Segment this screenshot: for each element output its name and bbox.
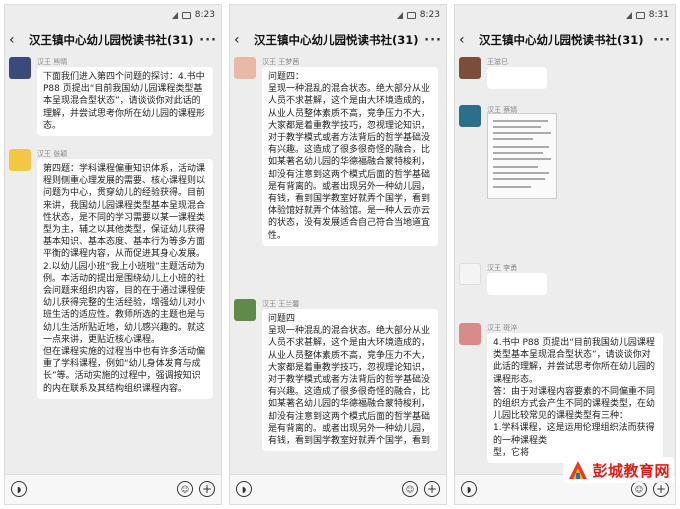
chat-header: ‹ 汉王镇中心幼儿园悦读书社(31) ···	[5, 25, 221, 55]
site-watermark: 彭城教育网	[563, 457, 674, 483]
emoji-icon[interactable]: ☺	[402, 481, 418, 497]
message-item: 汉王 斑淬 4.书中 P88 页提出“目前我国幼儿园课程类型基本呈现混合型状态”…	[459, 323, 671, 474]
back-arrow-icon[interactable]: ‹	[234, 32, 254, 48]
sender-name: 汉王 王梦茜	[262, 58, 300, 66]
status-time: 8:23	[194, 10, 215, 20]
message-bubble[interactable]: 问题四 呈现一种混乱的混合状态。绝大部分从业人员不求甚解，这个是由大环境造成的，…	[262, 309, 438, 452]
back-arrow-icon[interactable]: ‹	[9, 32, 29, 48]
message-bubble[interactable]: 第四题：学科课程偏重知识体系，活动课程则侧重心理发展的需要、核心课程则以问题为中…	[37, 159, 213, 399]
message-list[interactable]: 王滋巳 汉王 蔡婧 汉王 李勇 汉王 斑淬 4.书中 P88 页提出“目前我国幼…	[455, 55, 675, 474]
more-dots-icon[interactable]: ···	[424, 33, 442, 48]
signal-icon	[625, 11, 632, 19]
status-bar: 8:23	[230, 5, 446, 25]
chat-screen-2: 8:23 ‹ 汉王镇中心幼儿园悦读书社(31) ··· 汉王 王梦茜 问题四： …	[229, 4, 447, 505]
message-item: 汉王 王梦茜 问题四： 呈现一种混乱的混合状态。绝大部分从业人员不求甚解，这个是…	[234, 57, 442, 292]
battery-icon	[635, 11, 645, 19]
emoji-icon[interactable]: ☺	[177, 481, 193, 497]
chat-title: 汉王镇中心幼儿园悦读书社(31)	[29, 33, 194, 47]
chat-screen-3: 8:31 ‹ 汉王镇中心幼儿园悦读书社(31) ··· 王滋巳 汉王 蔡婧 汉王…	[454, 4, 676, 505]
sender-name: 汉王 李勇	[487, 264, 518, 272]
battery-icon	[181, 11, 191, 19]
chat-title: 汉王镇中心幼儿园悦读书社(31)	[254, 33, 419, 47]
message-bubble[interactable]: 4.书中 P88 页提出“目前我国幼儿园课程类型基本呈现混合型状态”，请谈谈你对…	[487, 333, 663, 464]
voice-message[interactable]	[487, 273, 547, 295]
plus-icon[interactable]: +	[199, 481, 215, 497]
message-list[interactable]: 汉王 熊晴 下面我们进入第四个问题的探讨：4.书中 P88 页提出“目前我国幼儿…	[5, 55, 221, 474]
message-item: 汉王 熊晴 下面我们进入第四个问题的探讨：4.书中 P88 页提出“目前我国幼儿…	[9, 57, 217, 137]
message-item: 王滋巳	[459, 57, 671, 97]
sender-name: 王滋巳	[487, 58, 508, 66]
status-bar: 8:23	[5, 5, 221, 25]
message-item: 汉王 李勇	[459, 263, 671, 323]
more-dots-icon[interactable]: ···	[199, 33, 217, 48]
message-item: 汉王 蔡婧	[459, 105, 671, 255]
avatar[interactable]	[234, 57, 256, 79]
message-bubble[interactable]: 下面我们进入第四个问题的探讨：4.书中 P88 页提出“目前我国幼儿园课程类型基…	[37, 67, 213, 137]
avatar[interactable]	[234, 299, 256, 321]
plus-icon[interactable]: +	[424, 481, 440, 497]
input-bar: ◗ ☺ +	[5, 474, 221, 504]
chat-screen-1: 8:23 ‹ 汉王镇中心幼儿园悦读书社(31) ··· 汉王 熊晴 下面我们进入…	[4, 4, 222, 505]
sender-name: 汉王 熊晴	[37, 58, 68, 66]
document-image[interactable]	[487, 113, 557, 199]
battery-icon	[406, 11, 416, 19]
voice-icon[interactable]: ◗	[11, 481, 27, 497]
signal-icon	[396, 11, 403, 19]
status-time: 8:23	[419, 10, 440, 20]
avatar[interactable]	[459, 263, 481, 285]
message-item: 汉王 王兰馨 问题四 呈现一种混乱的混合状态。绝大部分从业人员不求甚解，这个是由…	[234, 299, 442, 474]
sender-name: 汉王 张颖	[37, 150, 68, 158]
voice-icon[interactable]: ◗	[236, 481, 252, 497]
input-bar: ◗ ☺ +	[230, 474, 446, 504]
logo-icon	[567, 459, 589, 481]
message-list[interactable]: 汉王 王梦茜 问题四： 呈现一种混乱的混合状态。绝大部分从业人员不求甚解，这个是…	[230, 55, 446, 474]
avatar[interactable]	[459, 323, 481, 345]
chat-header: ‹ 汉王镇中心幼儿园悦读书社(31) ···	[230, 25, 446, 55]
avatar[interactable]	[9, 149, 31, 171]
avatar[interactable]	[459, 57, 481, 79]
message-bubble[interactable]: 问题四： 呈现一种混乱的混合状态。绝大部分从业人员不求甚解，这个是由大环境造成的…	[262, 67, 438, 246]
voice-icon[interactable]: ◗	[461, 481, 477, 497]
status-time: 8:31	[648, 10, 669, 20]
watermark-text: 彭城教育网	[592, 461, 670, 480]
back-arrow-icon[interactable]: ‹	[459, 32, 479, 48]
message-item: 汉王 张颖 第四题：学科课程偏重知识体系，活动课程则侧重心理发展的需要、核心课程…	[9, 149, 217, 474]
signal-icon	[171, 11, 178, 19]
avatar[interactable]	[459, 105, 481, 127]
sender-name: 汉王 王兰馨	[262, 300, 300, 308]
chat-title: 汉王镇中心幼儿园悦读书社(31)	[479, 33, 644, 47]
chat-header: ‹ 汉王镇中心幼儿园悦读书社(31) ···	[455, 25, 675, 55]
sender-name: 汉王 斑淬	[487, 324, 518, 332]
plus-icon[interactable]: +	[653, 481, 669, 497]
more-dots-icon[interactable]: ···	[653, 33, 671, 48]
avatar[interactable]	[9, 57, 31, 79]
emoji-icon[interactable]: ☺	[631, 481, 647, 497]
status-bar: 8:31	[455, 5, 675, 25]
voice-message[interactable]	[487, 67, 547, 89]
